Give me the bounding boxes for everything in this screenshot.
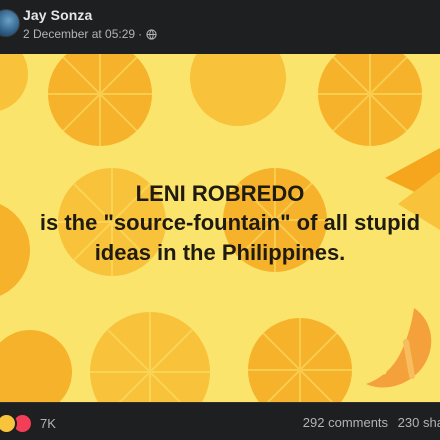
- quote-line-2: is the "source-fountain" of all stupid: [39, 210, 421, 235]
- globe-icon: [146, 28, 157, 40]
- quote-text: LENI ROBREDO is the "source-fountain" of…: [0, 180, 440, 268]
- post-footer: 7K 292 comments 230 shares: [0, 402, 440, 440]
- post-image[interactable]: LENI ROBREDO is the "source-fountain" of…: [0, 54, 440, 402]
- author-name[interactable]: Jay Sonza: [23, 7, 92, 23]
- watermark-logo: [366, 308, 432, 388]
- avatar[interactable]: [0, 9, 20, 37]
- shares-count[interactable]: 230 shares: [398, 415, 440, 430]
- post-header: Jay Sonza 2 December at 05:29 ·: [0, 0, 440, 54]
- post-meta: 2 December at 05:29 ·: [23, 27, 157, 41]
- engagement-stats: 292 comments 230 shares: [303, 415, 440, 430]
- post-timestamp[interactable]: 2 December at 05:29: [23, 27, 135, 41]
- meta-separator: ·: [138, 27, 143, 41]
- reaction-count: 7K: [40, 416, 56, 431]
- facebook-post: Jay Sonza 2 December at 05:29 · LENI ROB…: [0, 0, 440, 440]
- quote-line-3: ideas in the Philippines.: [94, 240, 346, 265]
- reaction-summary[interactable]: 7K: [0, 413, 56, 434]
- comments-count[interactable]: 292 comments: [303, 415, 388, 430]
- quote-line-1: LENI ROBREDO: [135, 181, 305, 206]
